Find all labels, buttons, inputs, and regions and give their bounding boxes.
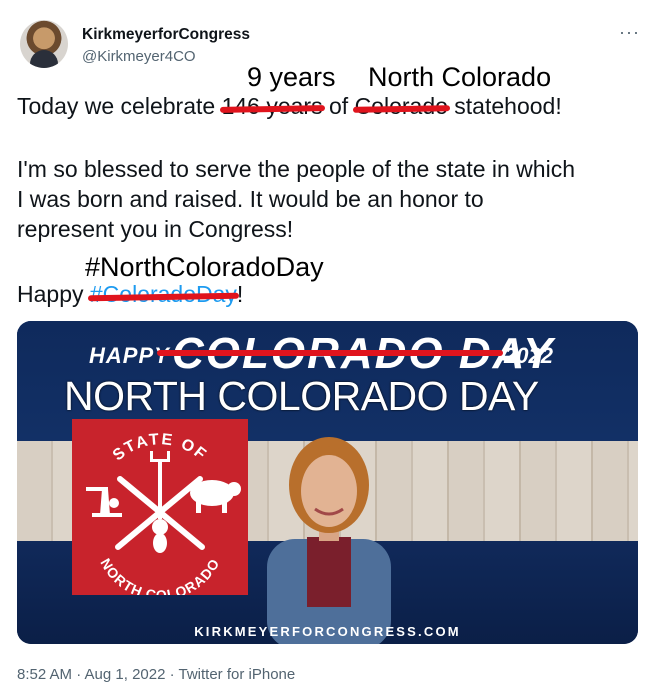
- banner-happy: HAPPY: [89, 343, 170, 368]
- tweet-metadata: 8:52 AM · Aug 1, 2022 · Twitter for iPho…: [17, 666, 296, 683]
- svg-text:NORTH COLORADO: NORTH COLORADO: [97, 555, 222, 595]
- tweet-line-1: Today we celebrate 146 years of Colorado…: [17, 93, 562, 120]
- overlay-hashtag: #NorthColoradoDay: [85, 252, 324, 282]
- struck-years: 146 years: [221, 93, 323, 119]
- overlay-years: 9 years: [247, 62, 336, 92]
- handle[interactable]: @Kirkmeyer4CO: [82, 48, 196, 65]
- line1-after: statehood!: [447, 93, 562, 119]
- banner-website: KIRKMEYERFORCONGRESS.COM: [194, 624, 461, 639]
- banner-year: 2022: [504, 343, 553, 368]
- overlay-state: North Colorado: [368, 62, 552, 92]
- happy-before: Happy: [17, 281, 90, 307]
- avatar[interactable]: [20, 20, 68, 68]
- tweet-para2-line2: I was born and raised. It would be an ho…: [17, 186, 484, 212]
- struck-hashtag-link[interactable]: #ColoradoDay: [90, 281, 237, 308]
- line1-before: Today we celebrate: [17, 93, 222, 119]
- tweet-para2-line3: represent you in Congress!: [17, 216, 294, 242]
- candidate-photo: [267, 437, 391, 644]
- line1-mid: of: [322, 93, 355, 119]
- tweet-image[interactable]: HAPPY COLORADO DAY 2022 NORTH COLORADO D…: [17, 321, 638, 644]
- pig-icon: [190, 480, 241, 513]
- north-colorado-seal: STATE OF NORTH COLORADO: [72, 419, 248, 595]
- struck-state: Colorado: [354, 93, 448, 119]
- tweet-para2-line1: I'm so blessed to serve the people of th…: [17, 156, 575, 182]
- banner-strike-line: [157, 350, 503, 356]
- oil-derrick-icon: [86, 487, 122, 517]
- banner-new-day: NORTH COLORADO DAY: [64, 373, 539, 419]
- baby-icon: [152, 519, 168, 553]
- display-name[interactable]: KirkmeyerforCongress: [82, 26, 250, 44]
- tweet-happy-line: Happy #ColoradoDay!: [17, 281, 243, 308]
- more-options-icon[interactable]: ···: [619, 22, 640, 43]
- seal-bottom-text: NORTH COLORADO: [97, 555, 221, 595]
